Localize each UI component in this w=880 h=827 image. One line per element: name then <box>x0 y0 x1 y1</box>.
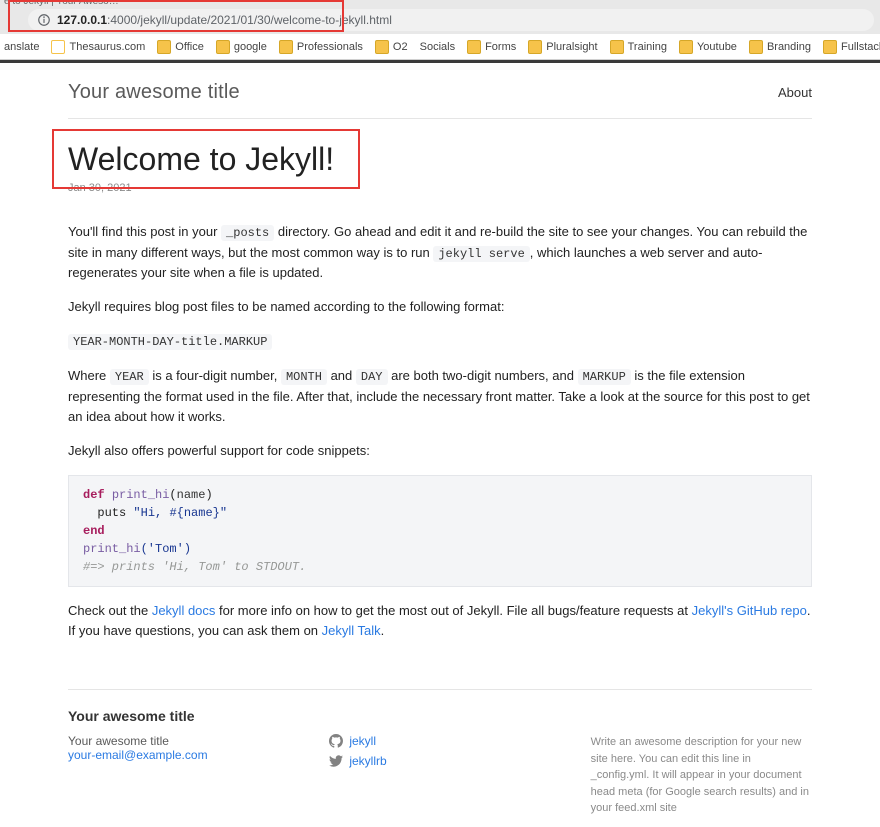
post-header: Welcome to Jekyll! Jan 30, 2021 <box>68 141 812 194</box>
bookmark-item[interactable]: Socials <box>420 41 455 53</box>
jekyll-docs-link[interactable]: Jekyll docs <box>152 603 216 618</box>
bookmark-item[interactable]: O2 <box>375 40 408 54</box>
browser-chrome: e to Jekyll | Your Aweso… 127.0.0.1:4000… <box>0 0 880 34</box>
site-header: Your awesome title About <box>68 63 812 119</box>
folder-icon <box>679 40 693 54</box>
folder-icon <box>216 40 230 54</box>
paragraph: YEAR-MONTH-DAY-title.MARKUP <box>68 331 812 352</box>
folder-icon <box>749 40 763 54</box>
page-content: Your awesome title About Welcome to Jeky… <box>40 63 840 827</box>
bookmark-item[interactable]: Thesaurus.com <box>51 40 145 54</box>
bookmark-bar: anslate Thesaurus.com Office google Prof… <box>0 34 880 60</box>
nav-back-icon[interactable] <box>6 11 24 29</box>
folder-icon <box>467 40 481 54</box>
bookmark-item[interactable]: google <box>216 40 267 54</box>
footer-separator <box>68 689 812 690</box>
address-bar[interactable]: 127.0.0.1:4000/jekyll/update/2021/01/30/… <box>28 9 874 31</box>
footer-email-link[interactable]: your-email@example.com <box>68 748 208 762</box>
paragraph: Check out the Jekyll docs for more info … <box>68 601 812 641</box>
post-title: Welcome to Jekyll! <box>68 141 812 178</box>
paragraph: Jekyll also offers powerful support for … <box>68 441 812 461</box>
github-username[interactable]: jekyll <box>349 734 376 748</box>
jekyll-repo-link[interactable]: Jekyll's GitHub repo <box>692 603 807 618</box>
social-github[interactable]: jekyll <box>329 734 550 748</box>
folder-icon <box>157 40 171 54</box>
url-path: :4000/jekyll/update/2021/01/30/welcome-t… <box>107 13 392 27</box>
bookmark-item[interactable]: Pluralsight <box>528 40 597 54</box>
inline-code: MARKUP <box>578 369 631 385</box>
site-title[interactable]: Your awesome title <box>68 81 240 104</box>
inline-code: MONTH <box>281 369 327 385</box>
jekyll-talk-link[interactable]: Jekyll Talk <box>322 623 381 638</box>
tab-title-fragment[interactable]: e to Jekyll | Your Aweso… <box>4 0 119 7</box>
info-icon <box>37 13 51 27</box>
folder-icon <box>375 40 389 54</box>
bookmark-item[interactable]: anslate <box>4 41 39 53</box>
post-date: Jan 30, 2021 <box>68 182 812 194</box>
post-content: You'll find this post in your _posts dir… <box>68 222 812 641</box>
inline-code: YEAR <box>110 369 149 385</box>
bookmark-item[interactable]: Forms <box>467 40 516 54</box>
bookmark-item[interactable]: Office <box>157 40 204 54</box>
inline-code: DAY <box>356 369 388 385</box>
folder-icon <box>528 40 542 54</box>
tab-strip: e to Jekyll | Your Aweso… <box>0 0 880 6</box>
social-twitter[interactable]: jekyllrb <box>329 754 550 768</box>
bookmark-item[interactable]: Youtube <box>679 40 737 54</box>
bookmark-item[interactable]: Branding <box>749 40 811 54</box>
inline-code: _posts <box>221 225 274 241</box>
folder-icon <box>823 40 837 54</box>
nav-about-link[interactable]: About <box>778 85 812 100</box>
url-host: 127.0.0.1 <box>57 13 107 27</box>
footer-title: Your awesome title <box>68 708 812 724</box>
twitter-icon <box>329 754 343 768</box>
folder-icon <box>610 40 624 54</box>
paragraph: You'll find this post in your _posts dir… <box>68 222 812 283</box>
twitter-username[interactable]: jekyllrb <box>349 754 386 768</box>
inline-code: YEAR-MONTH-DAY-title.MARKUP <box>68 334 272 350</box>
bookmark-item[interactable]: Professionals <box>279 40 363 54</box>
bookmark-item[interactable]: Fullstackmaster <box>823 40 880 54</box>
paragraph: Where YEAR is a four-digit number, MONTH… <box>68 366 812 427</box>
code-block: def print_hi(name) puts "Hi, #{name}" en… <box>68 475 812 587</box>
footer-site-name: Your awesome title <box>68 734 289 748</box>
address-bar-row: 127.0.0.1:4000/jekyll/update/2021/01/30/… <box>0 6 880 34</box>
inline-code: jekyll serve <box>433 246 529 262</box>
site-footer: Your awesome title your-email@example.co… <box>68 734 812 827</box>
footer-col-social: jekyll jekyllrb <box>329 734 550 817</box>
github-icon <box>329 734 343 748</box>
footer-col-contact: Your awesome title your-email@example.co… <box>68 734 289 817</box>
paragraph: Jekyll requires blog post files to be na… <box>68 297 812 317</box>
bookmark-item[interactable]: Training <box>610 40 667 54</box>
folder-icon <box>51 40 65 54</box>
site-nav: About <box>778 85 812 100</box>
folder-icon <box>279 40 293 54</box>
footer-description: Write an awesome description for your ne… <box>591 734 812 817</box>
